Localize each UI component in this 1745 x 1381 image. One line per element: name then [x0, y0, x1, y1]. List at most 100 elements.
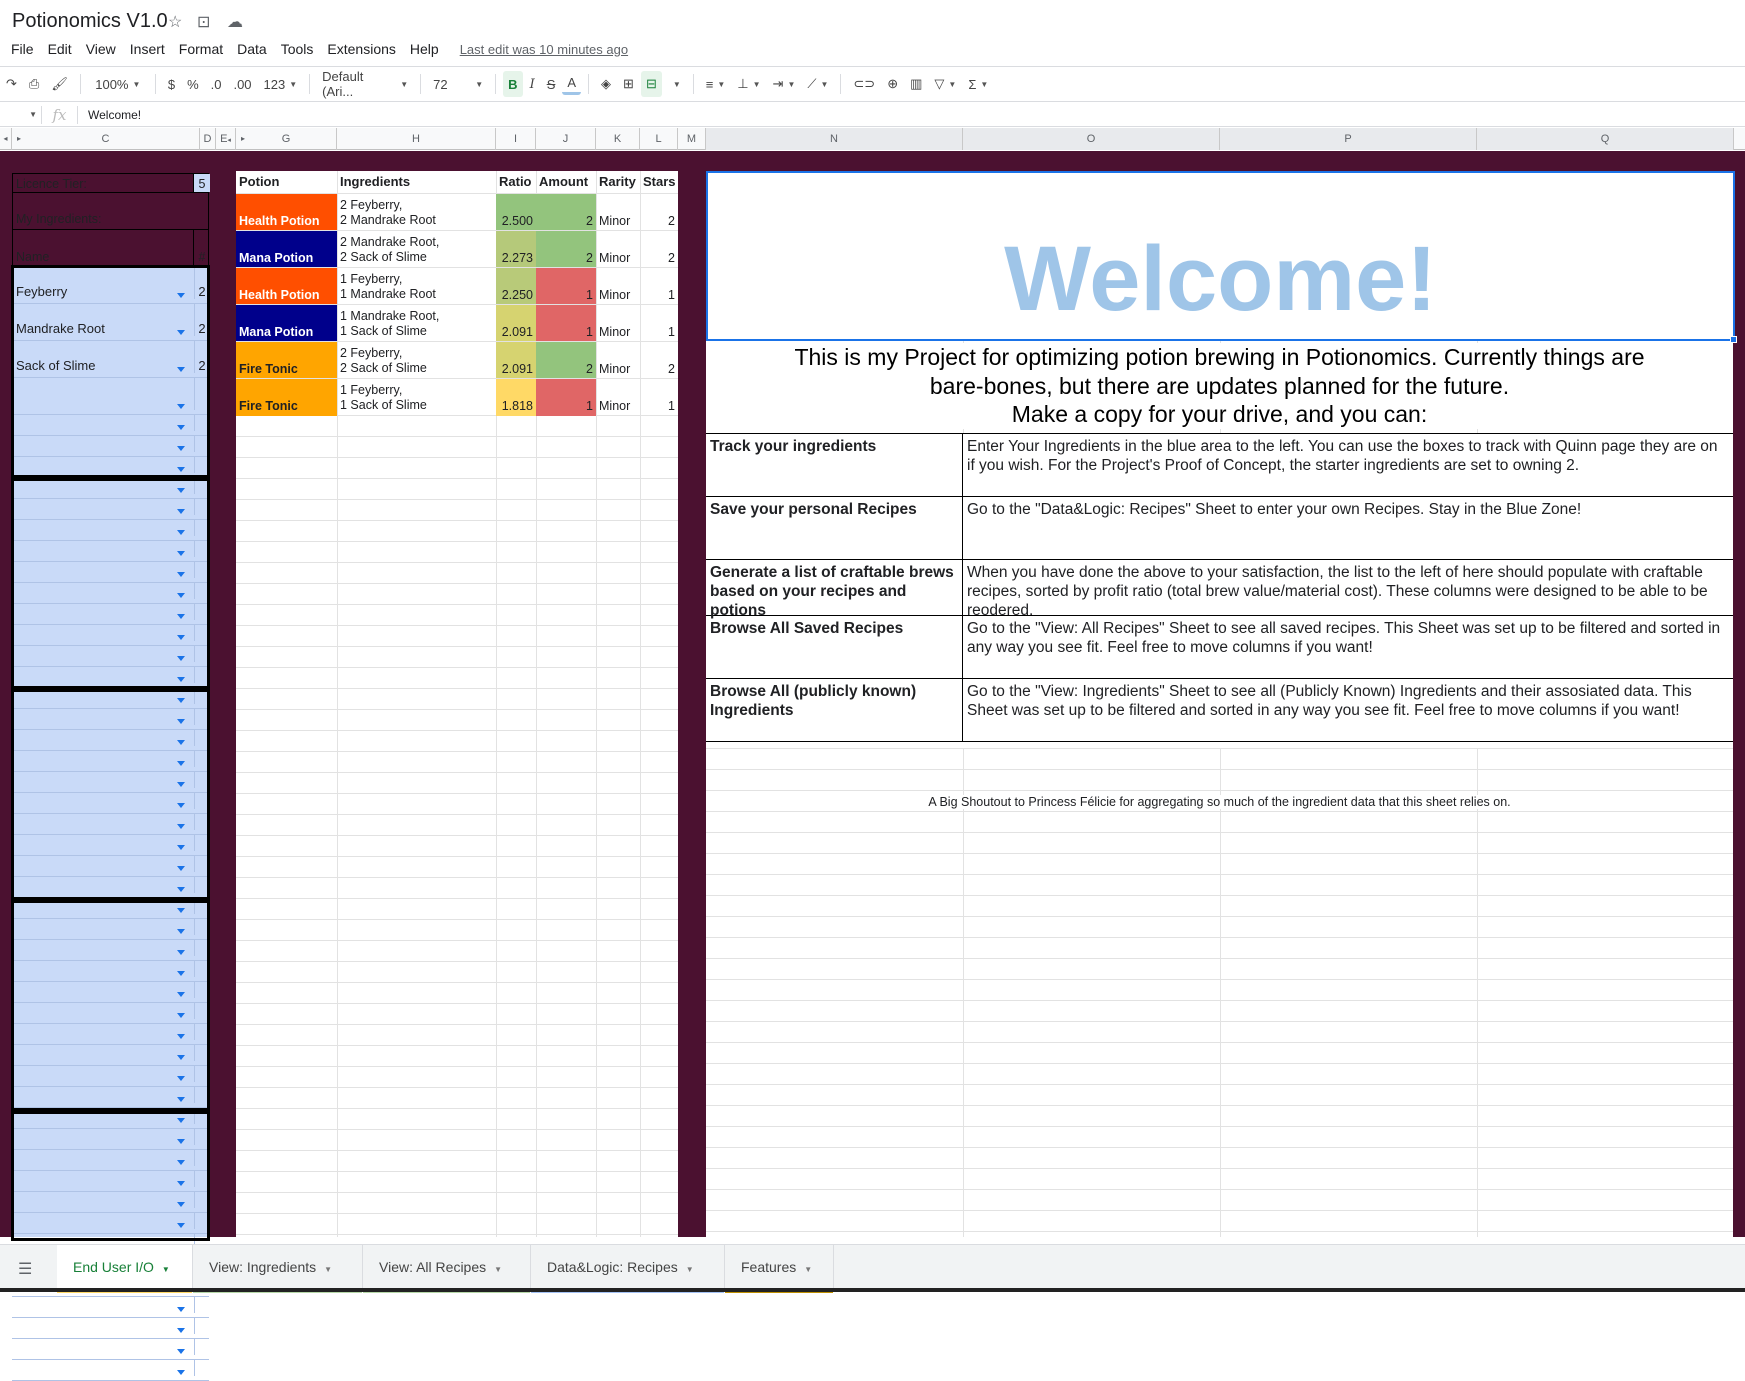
menu-insert[interactable]: Insert: [123, 41, 172, 57]
borders-icon[interactable]: ⊞: [618, 71, 639, 97]
menu-format[interactable]: Format: [172, 41, 230, 57]
ingredient-count[interactable]: [194, 583, 209, 599]
ingredient-row[interactable]: [12, 667, 209, 688]
dropdown-arrow-icon[interactable]: [177, 404, 185, 409]
ingredient-row[interactable]: [12, 1171, 209, 1192]
font-size-select[interactable]: 72 ▼: [428, 71, 488, 97]
ingredient-count[interactable]: [194, 625, 209, 641]
name-box[interactable]: ▼: [0, 105, 42, 124]
ingredient-count[interactable]: 2: [194, 341, 209, 373]
last-edit-link[interactable]: Last edit was 10 minutes ago: [460, 42, 628, 57]
ingredient-count[interactable]: [194, 1339, 209, 1355]
ingredient-row[interactable]: [12, 1339, 209, 1360]
ingredient-row[interactable]: [12, 541, 209, 562]
ingredient-row[interactable]: [12, 1087, 209, 1108]
column-header-n[interactable]: N: [706, 128, 963, 150]
ingredient-row[interactable]: [12, 1066, 209, 1087]
more-formats-button[interactable]: 123 ▼: [259, 71, 303, 97]
ingredient-row[interactable]: [12, 814, 209, 835]
ingredient-row[interactable]: Sack of Slime 2: [12, 341, 209, 378]
ingredient-count[interactable]: [194, 1360, 209, 1376]
dropdown-arrow-icon[interactable]: [177, 845, 185, 850]
dropdown-arrow-icon[interactable]: [177, 1034, 185, 1039]
column-header-m[interactable]: M: [678, 128, 706, 150]
ingredient-row[interactable]: [12, 1192, 209, 1213]
ingredient-count[interactable]: [194, 1171, 209, 1187]
ingredient-row[interactable]: [12, 772, 209, 793]
dropdown-arrow-icon[interactable]: [177, 677, 185, 682]
dropdown-arrow-icon[interactable]: [177, 1181, 185, 1186]
text-wrap-icon[interactable]: ⇥ ▼: [768, 71, 801, 97]
ingredient-name[interactable]: Feyberry: [16, 284, 67, 299]
dropdown-arrow-icon[interactable]: [177, 1139, 185, 1144]
ingredient-count[interactable]: [194, 730, 209, 746]
ingredient-row[interactable]: [12, 877, 209, 898]
ingredient-count[interactable]: [194, 919, 209, 935]
ingredient-count[interactable]: [194, 499, 209, 515]
merge-cells-icon[interactable]: ⊟: [640, 71, 662, 97]
dropdown-arrow-icon[interactable]: [177, 367, 185, 372]
menu-extensions[interactable]: Extensions: [320, 41, 402, 57]
ingredient-row[interactable]: [12, 457, 209, 478]
ingredient-row[interactable]: [12, 562, 209, 583]
ingredient-row[interactable]: [12, 625, 209, 646]
increase-decimal-button[interactable]: .00: [228, 71, 256, 97]
redo-icon[interactable]: ↷: [1, 71, 22, 97]
font-select[interactable]: Default (Ari... ▼: [317, 69, 413, 99]
menu-edit[interactable]: Edit: [41, 41, 79, 57]
dropdown-arrow-icon[interactable]: [177, 488, 185, 493]
ingredient-count[interactable]: [194, 877, 209, 893]
ingredient-count[interactable]: [194, 940, 209, 956]
ingredient-count[interactable]: [194, 1213, 209, 1229]
ingredient-row[interactable]: [12, 1108, 209, 1129]
dropdown-arrow-icon[interactable]: [177, 593, 185, 598]
dropdown-arrow-icon[interactable]: [177, 1349, 185, 1354]
ingredient-row[interactable]: [12, 793, 209, 814]
ingredient-row[interactable]: [12, 940, 209, 961]
column-header-q[interactable]: Q: [1477, 128, 1734, 150]
ingredient-row[interactable]: [12, 436, 209, 457]
ingredient-count[interactable]: [194, 856, 209, 872]
fill-handle[interactable]: [1730, 336, 1737, 343]
ingredient-count[interactable]: [194, 520, 209, 536]
ingredient-count[interactable]: [194, 814, 209, 830]
ingredient-row[interactable]: [12, 1150, 209, 1171]
dropdown-arrow-icon[interactable]: [177, 1328, 185, 1333]
dropdown-arrow-icon[interactable]: [177, 782, 185, 787]
ingredient-row[interactable]: [12, 415, 209, 436]
dropdown-arrow-icon[interactable]: [177, 929, 185, 934]
column-header-i[interactable]: I: [496, 128, 536, 150]
ingredient-row[interactable]: [12, 499, 209, 520]
dropdown-arrow-icon[interactable]: [177, 803, 185, 808]
dropdown-arrow-icon[interactable]: [177, 551, 185, 556]
ingredient-row[interactable]: [12, 730, 209, 751]
dropdown-arrow-icon[interactable]: [177, 1076, 185, 1081]
functions-icon[interactable]: Σ ▼: [963, 71, 993, 97]
document-title[interactable]: Potionomics V1.0: [12, 10, 168, 33]
formula-input[interactable]: Welcome!: [78, 108, 141, 122]
dropdown-arrow-icon[interactable]: [177, 698, 185, 703]
dropdown-arrow-icon[interactable]: [177, 1202, 185, 1207]
recipe-row[interactable]: Mana Potion 2 Mandrake Root, 2 Sack of Sli…: [236, 230, 678, 268]
dropdown-arrow-icon[interactable]: [177, 467, 185, 472]
filter-icon[interactable]: ▽ ▼: [929, 71, 961, 97]
dropdown-arrow-icon[interactable]: [177, 572, 185, 577]
ingredient-row[interactable]: [12, 1360, 209, 1381]
ingredient-row[interactable]: [12, 1045, 209, 1066]
chevron-down-icon[interactable]: ▼: [324, 1265, 332, 1274]
dropdown-arrow-icon[interactable]: [177, 293, 185, 298]
ingredient-count[interactable]: [194, 562, 209, 578]
ingredient-count[interactable]: [194, 1045, 209, 1061]
ingredient-count[interactable]: [194, 793, 209, 809]
ingredient-count[interactable]: 2: [194, 267, 209, 299]
ingredient-row[interactable]: [12, 835, 209, 856]
ingredient-row[interactable]: [12, 751, 209, 772]
recipe-row[interactable]: Fire Tonic 1 Feyberry, 1 Sack of Slime 1.81…: [236, 378, 678, 416]
sheet-grid[interactable]: Licence Tier: 5 My Ingredients: Name # F…: [0, 151, 1745, 1381]
recipe-row[interactable]: Fire Tonic 2 Feyberry, 2 Sack of Slime 2.09…: [236, 341, 678, 379]
dropdown-arrow-icon[interactable]: [177, 330, 185, 335]
column-header-a[interactable]: ◂: [0, 128, 12, 150]
dropdown-arrow-icon[interactable]: [177, 824, 185, 829]
ingredient-row[interactable]: [12, 709, 209, 730]
ingredient-count[interactable]: [194, 1087, 209, 1103]
